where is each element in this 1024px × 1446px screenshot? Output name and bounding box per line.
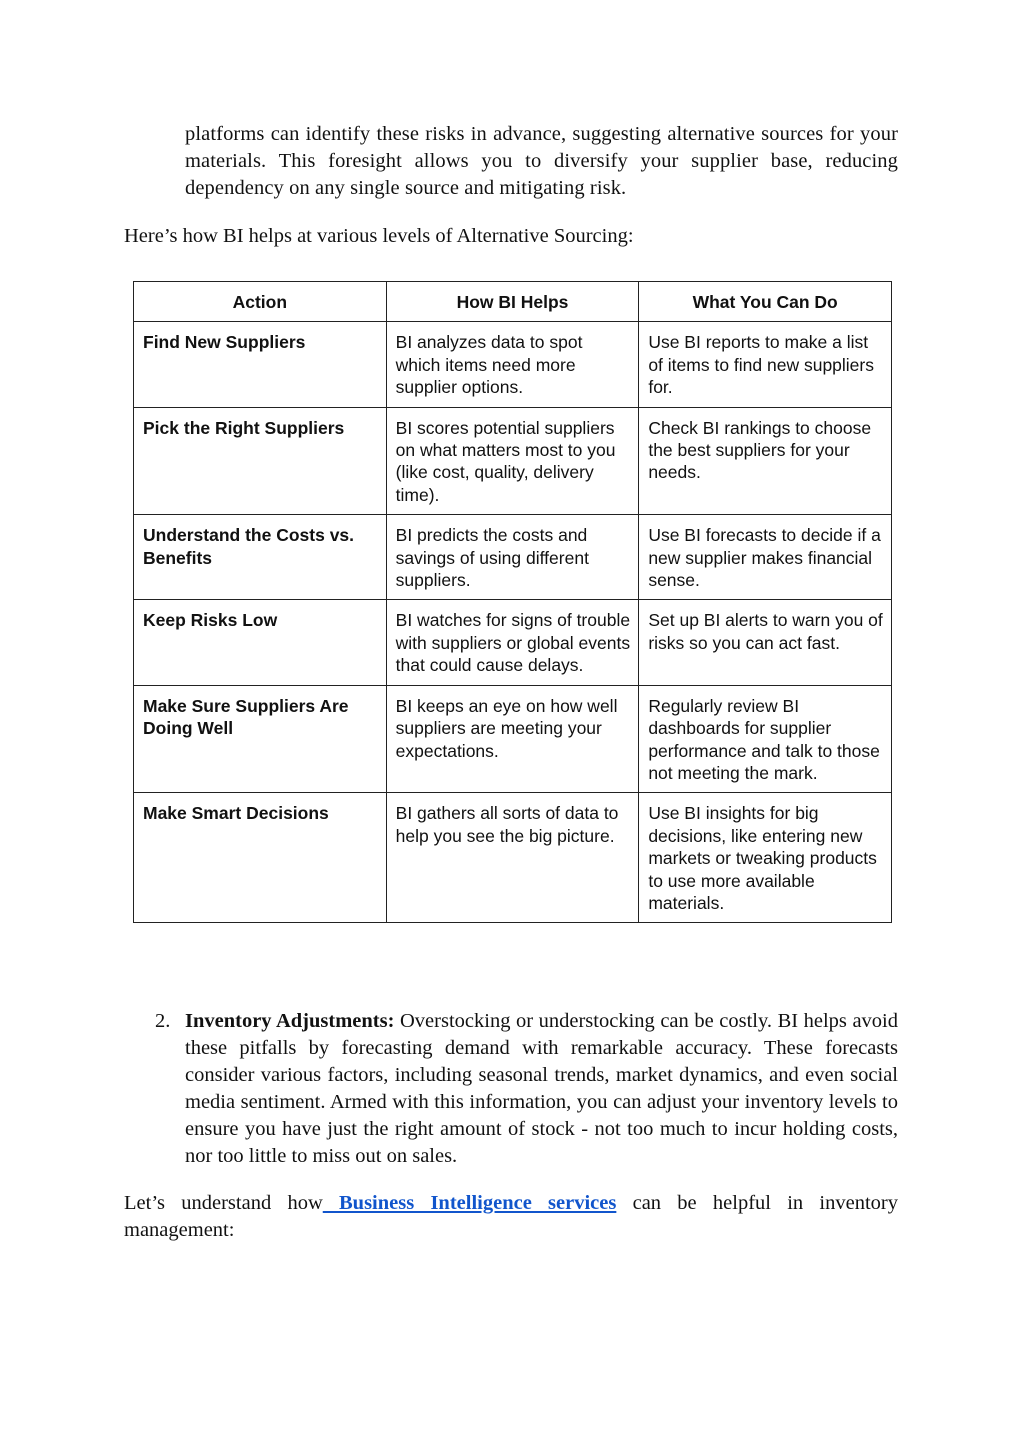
how-cell: BI scores potential suppliers on what ma… (385, 406, 640, 516)
table-row: Make Sure Suppliers Are Doing Well BI ke… (133, 684, 892, 794)
table-row: Find New Suppliers BI analyzes data to s… (133, 321, 892, 408)
how-cell: BI watches for signs of trouble with sup… (385, 599, 640, 686)
table-header-row: Action How BI Helps What You Can Do (133, 280, 892, 323)
list-item-title: Inventory Adjustments: (185, 1010, 395, 1032)
how-cell: BI gathers all sorts of data to help you… (385, 792, 640, 924)
action-cell: Keep Risks Low (133, 599, 387, 686)
action-cell: Make Smart Decisions (133, 792, 387, 924)
table-row: Make Smart Decisions BI gathers all sort… (133, 792, 892, 924)
business-intelligence-services-link[interactable]: Business Intelligence services (323, 1192, 616, 1214)
what-cell: Use BI reports to make a list of items t… (638, 321, 892, 408)
closing-text-before: Let’s understand how (124, 1192, 323, 1214)
list-item-body: Overstocking or understocking can be cos… (185, 1010, 899, 1167)
how-cell: BI keeps an eye on how well suppliers ar… (385, 684, 640, 794)
table-intro-sentence: Here’s how BI helps at various levels of… (124, 225, 634, 247)
list-item-inventory-adjustments: Inventory Adjustments: Overstocking or u… (185, 1008, 898, 1170)
what-cell: Use BI insights for big decisions, like … (638, 792, 892, 924)
alternative-sourcing-table: Action How BI Helps What You Can Do Find… (133, 280, 892, 924)
header-how-bi-helps: How BI Helps (385, 280, 640, 323)
what-cell: Use BI forecasts to decide if a new supp… (638, 514, 892, 601)
action-cell: Understand the Costs vs. Benefits (133, 514, 387, 601)
action-cell: Make Sure Suppliers Are Doing Well (133, 684, 387, 794)
how-cell: BI predicts the costs and savings of usi… (385, 514, 640, 601)
header-action: Action (133, 280, 387, 323)
table-row: Keep Risks Low BI watches for signs of t… (133, 599, 892, 686)
table-row: Understand the Costs vs. Benefits BI pre… (133, 514, 892, 601)
header-what-you-can-do: What You Can Do (638, 280, 892, 323)
how-cell: BI analyzes data to spot which items nee… (385, 321, 640, 408)
table-row: Pick the Right Suppliers BI scores poten… (133, 406, 892, 516)
what-cell: Regularly review BI dashboards for suppl… (638, 684, 892, 794)
what-cell: Set up BI alerts to warn you of risks so… (638, 599, 892, 686)
list-item-number: 2. (155, 1010, 171, 1032)
closing-paragraph: Let’s understand how Business Intelligen… (124, 1190, 898, 1244)
action-cell: Find New Suppliers (133, 321, 387, 408)
continuation-paragraph: platforms can identify these risks in ad… (185, 123, 898, 199)
action-cell: Pick the Right Suppliers (133, 406, 387, 516)
what-cell: Check BI rankings to choose the best sup… (638, 406, 892, 516)
